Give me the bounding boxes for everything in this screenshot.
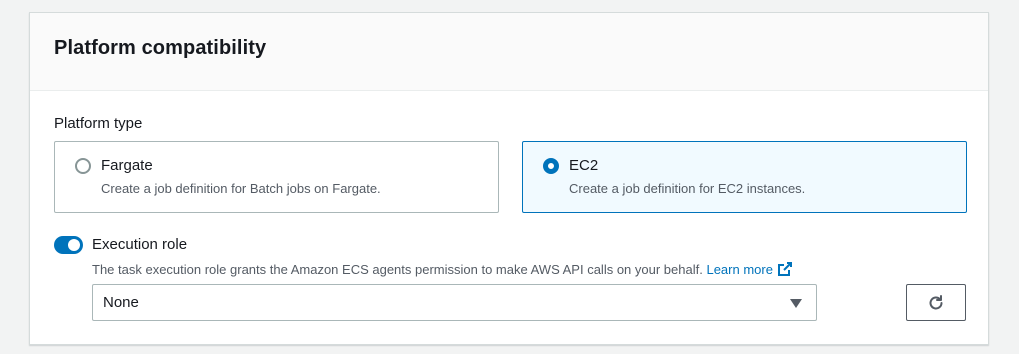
platform-compatibility-panel: Platform compatibility Platform type Far…	[29, 12, 989, 345]
caret-down-icon	[790, 299, 802, 308]
platform-option-fargate[interactable]: Fargate Create a job definition for Batc…	[54, 141, 499, 213]
ec2-radio[interactable]	[543, 158, 559, 174]
platform-option-ec2[interactable]: EC2 Create a job definition for EC2 inst…	[522, 141, 967, 213]
fargate-description: Create a job definition for Batch jobs o…	[101, 181, 381, 196]
panel-title: Platform compatibility	[54, 37, 267, 59]
fargate-title: Fargate	[101, 157, 153, 174]
platform-type-label: Platform type	[54, 115, 143, 132]
execution-role-toggle[interactable]	[54, 236, 83, 254]
ec2-description: Create a job definition for EC2 instance…	[569, 181, 806, 196]
execution-role-selected-value: None	[103, 294, 139, 311]
execution-role-label: Execution role	[92, 236, 188, 253]
fargate-radio[interactable]	[75, 158, 91, 174]
execution-role-select[interactable]: None	[92, 284, 817, 321]
learn-more-link[interactable]: Learn more	[706, 262, 772, 277]
external-link-icon[interactable]	[777, 261, 793, 277]
execution-role-description: The task execution role grants the Amazo…	[92, 261, 793, 277]
ec2-title: EC2	[569, 157, 599, 174]
refresh-button[interactable]	[906, 284, 966, 321]
toggle-knob	[68, 239, 80, 251]
refresh-icon	[929, 294, 943, 309]
execution-role-help-text: The task execution role grants the Amazo…	[92, 262, 703, 277]
